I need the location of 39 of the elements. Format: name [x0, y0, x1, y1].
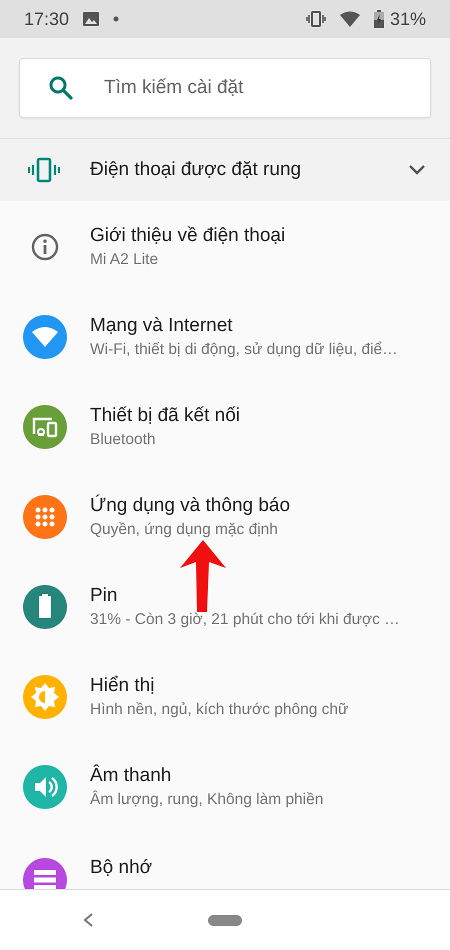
item-title: Âm thanh: [90, 765, 172, 787]
info-icon: [30, 232, 60, 262]
back-icon[interactable]: [82, 912, 94, 928]
item-title: Giới thiệu về điện thoại: [90, 225, 286, 247]
item-title: Pin: [90, 585, 118, 607]
item-title: Mạng và Internet: [90, 315, 234, 337]
vibrate-icon: [28, 157, 60, 183]
item-subtitle: 31% - Còn 3 giờ, 21 phút cho tới khi được …: [90, 611, 400, 629]
item-subtitle: Bluetooth: [90, 431, 156, 449]
item-title: Bộ nhớ: [90, 857, 152, 879]
clock: 17:30: [24, 8, 70, 30]
search-field[interactable]: Tìm kiếm cài đặt: [19, 58, 431, 118]
vibrate-icon: [306, 11, 326, 27]
item-subtitle: Âm lượng, rung, Không làm phiền: [90, 791, 324, 809]
settings-item[interactable]: Hiển thị Hình nền, ngủ, kích thước phông chữ: [0, 652, 450, 742]
item-subtitle: Wi-Fi, thiết bị di động, sử dụng dữ liệu, điể…: [90, 341, 398, 359]
item-subtitle: Hình nền, ngủ, kích thước phông chữ: [90, 701, 348, 719]
item-title: Thiết bị đã kết nối: [90, 405, 240, 427]
settings-item[interactable]: Pin 31% - Còn 3 giờ, 21 phút cho tới khi được …: [0, 562, 450, 652]
home-button[interactable]: [208, 914, 242, 926]
settings-item[interactable]: Thiết bị đã kết nối Bluetooth: [0, 382, 450, 472]
chevron-icon[interactable]: [408, 164, 426, 176]
condition-card[interactable]: Điện thoại được đặt rung: [0, 139, 450, 201]
search-icon: [48, 75, 74, 101]
image-icon: [83, 12, 100, 26]
settings-item[interactable]: Mạng và Internet Wi-Fi, thiết bị di động, sử dụng dữ liệu, điể…: [0, 292, 450, 382]
notification-dot-icon: [113, 16, 120, 22]
item-title: Hiển thị: [90, 675, 156, 697]
item-subtitle: Quyền, ứng dụng mặc định: [90, 521, 279, 539]
condition-title: Điện thoại được đặt rung: [90, 159, 302, 181]
item-subtitle: Mi A2 Lite: [90, 251, 160, 269]
settings-item[interactable]: Ứng dụng và thông báo Quyền, ứng dụng mặc định: [0, 472, 450, 562]
settings-item[interactable]: Giới thiệu về điện thoại Mi A2 Lite: [0, 202, 450, 292]
item-title: Ứng dụng và thông báo: [90, 495, 290, 517]
battery-icon: [374, 10, 384, 28]
wifi-icon: [340, 11, 360, 27]
arrow-annotation: [178, 540, 228, 612]
settings-item[interactable]: Âm thanh Âm lượng, rung, Không làm phiền: [0, 742, 450, 832]
battery-level: 31%: [390, 8, 426, 30]
